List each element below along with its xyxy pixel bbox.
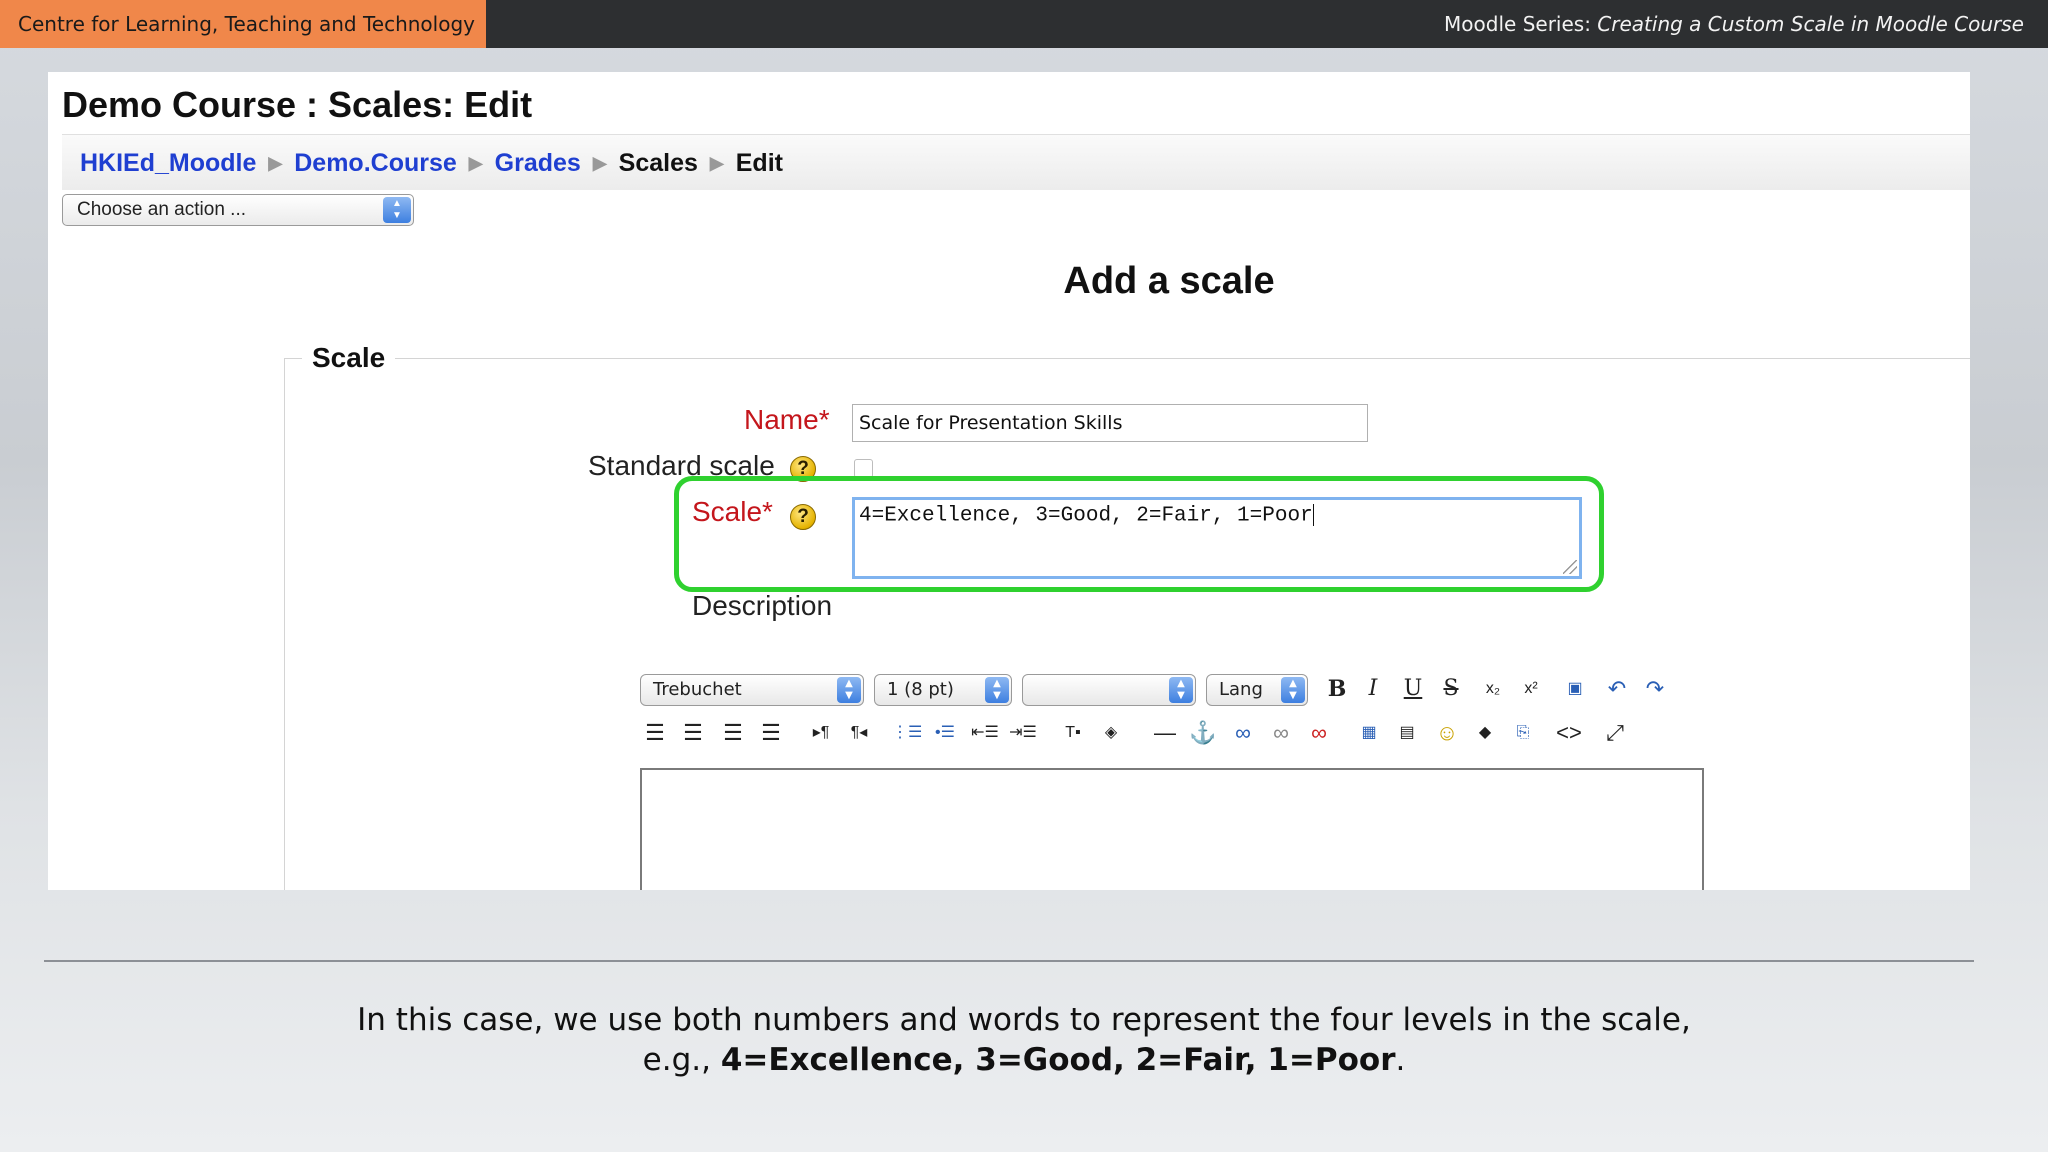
special-char-icon[interactable]: ◆: [1470, 718, 1500, 748]
html-source-icon[interactable]: <>: [1554, 718, 1584, 748]
align-left-icon[interactable]: ☰: [640, 718, 670, 748]
form-heading: Add a scale: [1063, 260, 1275, 302]
align-center-icon[interactable]: ☰: [678, 718, 708, 748]
background-color-icon[interactable]: ◈: [1096, 718, 1126, 748]
caption-line-2-bold: 4=Excellence, 3=Good, 2=Fair, 1=Poor: [720, 1042, 1396, 1078]
outdent-icon[interactable]: ⇤☰: [970, 718, 1000, 748]
breadcrumb-scales: Scales: [618, 149, 698, 177]
caption-line-2-prefix: e.g.,: [642, 1042, 721, 1078]
caption-line-1: In this case, we use both numbers and wo…: [357, 1002, 1691, 1038]
caption-line-2-suffix: .: [1395, 1042, 1406, 1078]
unordered-list-icon[interactable]: •☰: [930, 718, 960, 748]
slide-header-bar: Centre for Learning, Teaching and Techno…: [0, 0, 2048, 48]
link-icon[interactable]: ∞: [1228, 718, 1258, 748]
moodle-screenshot-panel: Demo Course : Scales: Edit HKIEd_Moodle ▶…: [48, 72, 1970, 890]
help-icon[interactable]: ?: [790, 504, 816, 530]
strikethrough-button[interactable]: S: [1436, 674, 1466, 704]
select-arrows-icon: ▲ ▼: [985, 677, 1009, 703]
breadcrumb-link-course[interactable]: Demo.Course: [294, 149, 457, 177]
breadcrumb-link-grades[interactable]: Grades: [495, 149, 581, 177]
org-tag: Centre for Learning, Teaching and Techno…: [0, 0, 486, 48]
font-size-select[interactable]: 1 (8 pt) ▲ ▼: [874, 674, 1012, 706]
breadcrumb-separator-icon: ▶: [268, 153, 283, 173]
series-prefix: Moodle Series:: [1444, 12, 1598, 36]
scale-textarea[interactable]: 4=Excellence, 3=Good, 2=Fair, 1=Poor: [852, 497, 1582, 579]
breadcrumb-separator-icon: ▶: [592, 153, 607, 173]
scale-label-text: Scale: [692, 496, 763, 527]
series-title: Moodle Series: Creating a Custom Scale i…: [1444, 0, 2024, 48]
slide-caption: In this case, we use both numbers and wo…: [0, 1000, 2048, 1080]
font-family-select[interactable]: Trebuchet ▲ ▼: [640, 674, 864, 706]
ltr-icon[interactable]: ▸¶: [806, 718, 836, 748]
resize-grip-icon[interactable]: [1563, 560, 1577, 574]
breadcrumb-separator-icon: ▶: [468, 153, 483, 173]
subscript-icon[interactable]: x₂: [1478, 674, 1508, 704]
caption-line-2: e.g., 4=Excellence, 3=Good, 2=Fair, 1=Po…: [0, 1040, 2048, 1080]
nolink-icon[interactable]: ∞: [1304, 718, 1334, 748]
breadcrumb-edit: Edit: [735, 149, 783, 177]
align-right-icon[interactable]: ☰: [718, 718, 748, 748]
name-label-text: Name: [744, 404, 819, 435]
navbar: HKIEd_Moodle ▶ Demo.Course ▶ Grades ▶ Scales ▶ E…: [62, 134, 1970, 190]
select-arrows-icon: ▲ ▼: [1281, 677, 1305, 703]
image-icon[interactable]: ▦: [1354, 718, 1384, 748]
breadcrumb-separator-icon: ▶: [709, 153, 724, 173]
required-mark: *: [818, 404, 830, 435]
bold-button[interactable]: B: [1322, 674, 1352, 704]
select-arrows-icon: ▲ ▼: [383, 197, 411, 223]
series-name: Creating a Custom Scale in Moodle Course: [1597, 12, 2024, 36]
breadcrumb: HKIEd_Moodle ▶ Demo.Course ▶ Grades ▶ Scales ▶ E…: [80, 135, 783, 191]
underline-button[interactable]: U: [1398, 674, 1428, 704]
ordered-list-icon[interactable]: ⋮☰: [892, 718, 922, 748]
font-family-value: Trebuchet: [653, 679, 742, 700]
text-caret: [1312, 504, 1314, 526]
description-label: Description: [692, 590, 833, 621]
font-size-value: 1 (8 pt): [887, 679, 954, 700]
text-color-icon[interactable]: T▪: [1058, 718, 1088, 748]
table-icon[interactable]: ▤: [1392, 718, 1422, 748]
horizontal-rule-icon[interactable]: —: [1150, 718, 1180, 748]
superscript-icon[interactable]: x²: [1516, 674, 1546, 704]
name-input[interactable]: Scale for Presentation Skills: [852, 404, 1368, 442]
unlink-icon[interactable]: ∞: [1266, 718, 1296, 748]
page-title: Demo Course : Scales: Edit: [62, 84, 533, 125]
rtl-icon[interactable]: ¶◂: [844, 718, 874, 748]
action-select[interactable]: Choose an action ... ▲ ▼: [62, 194, 414, 226]
italic-button[interactable]: I: [1358, 674, 1388, 704]
select-arrows-icon: ▲ ▼: [1169, 677, 1193, 703]
action-select-value: Choose an action ...: [77, 199, 246, 220]
justify-icon[interactable]: ☰: [756, 718, 786, 748]
format-select[interactable]: ▲ ▼: [1022, 674, 1196, 706]
select-arrows-icon: ▲ ▼: [837, 677, 861, 703]
search-replace-icon[interactable]: ⎘: [1508, 718, 1538, 748]
lang-select[interactable]: Lang ▲ ▼: [1206, 674, 1308, 706]
redo-icon[interactable]: ↷: [1640, 674, 1670, 704]
undo-icon[interactable]: ↶: [1602, 674, 1632, 704]
smiley-icon[interactable]: ☺: [1432, 718, 1462, 748]
paste-word-icon[interactable]: ▣: [1560, 674, 1590, 704]
description-editor-area[interactable]: [640, 768, 1704, 890]
indent-icon[interactable]: ⇥☰: [1008, 718, 1038, 748]
scale-textarea-value: 4=Excellence, 3=Good, 2=Fair, 1=Poor: [859, 504, 1313, 528]
fullscreen-icon[interactable]: ⤢: [1600, 718, 1630, 748]
required-mark: *: [762, 496, 773, 527]
name-label: Name*: [744, 404, 830, 436]
breadcrumb-link-site[interactable]: HKIEd_Moodle: [80, 149, 256, 177]
scale-label: Scale*: [692, 496, 773, 528]
anchor-icon[interactable]: ⚓: [1188, 718, 1218, 748]
fieldset-legend: Scale: [302, 342, 396, 374]
lang-value: Lang: [1219, 679, 1263, 700]
caption-divider: [44, 960, 1974, 962]
